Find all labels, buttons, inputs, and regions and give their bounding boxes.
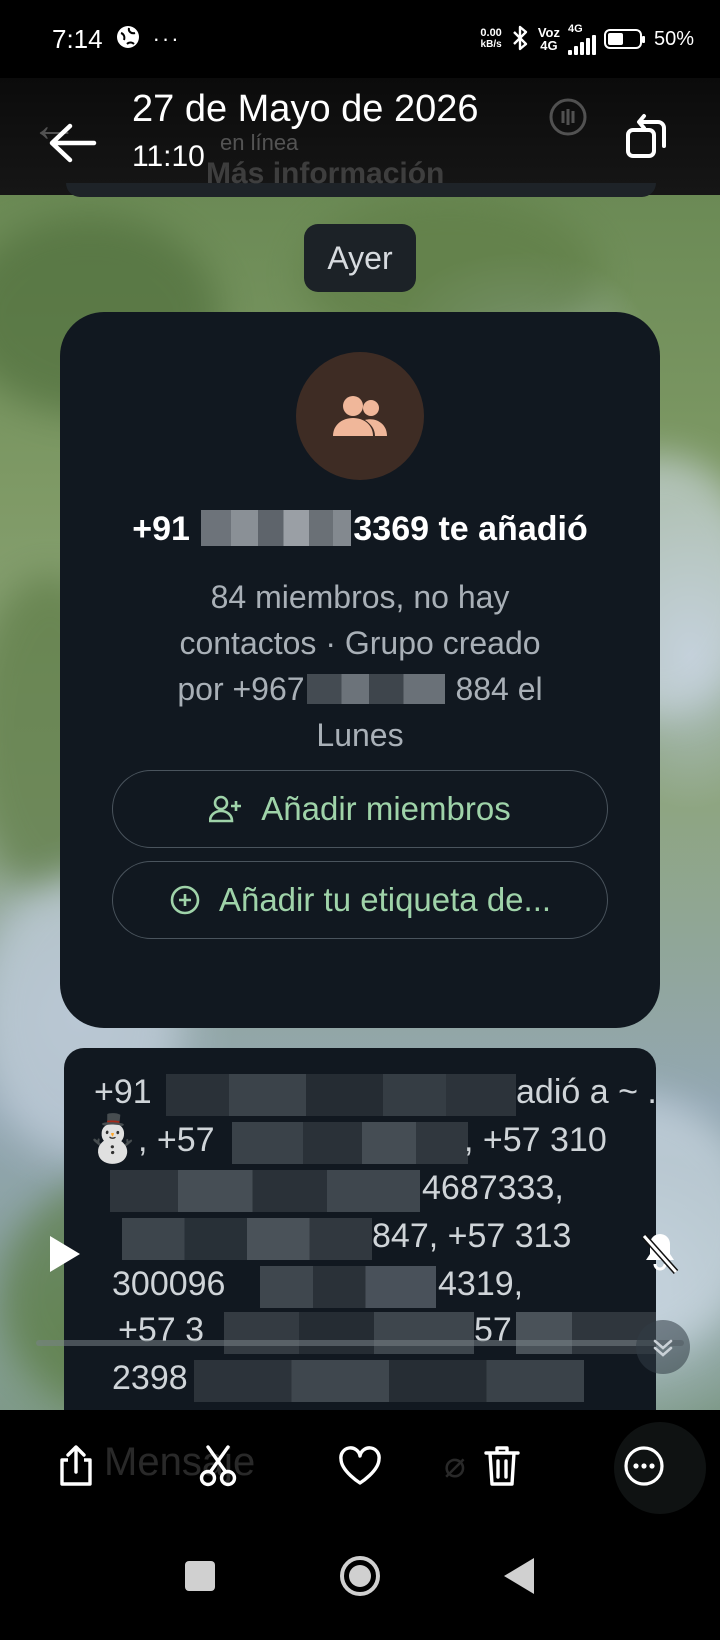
delete-button[interactable]: [474, 1438, 530, 1494]
redacted-phone: [306, 674, 445, 704]
network-type: 4G: [567, 22, 583, 35]
recents-button[interactable]: [182, 1558, 218, 1594]
more-icon: [624, 1446, 664, 1486]
play-icon[interactable]: [44, 1232, 84, 1276]
share-button[interactable]: [48, 1438, 104, 1494]
globe-icon: [115, 24, 141, 55]
redacted-text: [122, 1218, 372, 1260]
trash-icon: [484, 1446, 520, 1486]
redacted-text: [194, 1360, 584, 1402]
signal-icon: [567, 34, 596, 55]
chevron-down-icon: [653, 1339, 673, 1357]
battery-icon: [603, 29, 645, 49]
volte-indicator: Voz 4G: [537, 25, 560, 53]
video-progress-bar[interactable]: [36, 1340, 684, 1346]
more-notifications: ···: [152, 26, 181, 51]
cut-icon: [199, 1445, 237, 1487]
redacted-text: [232, 1122, 468, 1164]
redacted-text: [166, 1074, 516, 1116]
mute-icon[interactable]: [638, 1232, 682, 1276]
bluetooth-icon: [510, 25, 530, 54]
battery-percent: 50%: [653, 27, 694, 50]
ghost-info-strip: Más información: [66, 157, 656, 197]
favorite-button[interactable]: [332, 1438, 388, 1494]
scroll-down-button[interactable]: [636, 1320, 690, 1374]
snowman-emoji: ⛄: [84, 1112, 142, 1164]
date-chip: Ayer: [304, 224, 416, 292]
add-label-text: Añadir tu etiqueta de...: [218, 881, 552, 918]
ghost-chat-icon: [546, 96, 590, 145]
group-added-card: +91 3369 te añadió 84 miembros, no hay c…: [60, 312, 660, 1028]
add-members-button[interactable]: Añadir miembros: [112, 770, 608, 848]
group-avatar: [296, 352, 424, 480]
ghost-subtitle: en línea: [220, 130, 299, 155]
back-button[interactable]: [500, 1556, 538, 1596]
redacted-text: [224, 1312, 474, 1354]
media-toolbar: Mensaje ⌀: [0, 1410, 720, 1520]
cut-button[interactable]: [190, 1438, 246, 1494]
group-icon: [333, 396, 387, 436]
system-message: +91 adió a ~ . ⛄ , +57 , +57 310 4687333…: [64, 1048, 656, 1410]
back-arrow-icon[interactable]: [44, 118, 100, 168]
ghost-attach-icon: ⌀: [444, 1444, 466, 1485]
status-time: 7:14: [52, 23, 103, 54]
add-members-label: Añadir miembros: [261, 790, 511, 827]
home-button[interactable]: [338, 1554, 382, 1598]
group-info-text: 84 miembros, no hay contactos · Grupo cr…: [177, 579, 543, 753]
redacted-text: [516, 1312, 656, 1354]
rotate-icon[interactable]: [620, 108, 676, 164]
heart-icon: [339, 1446, 381, 1485]
media-date: 27 de Mayo de 2026: [132, 88, 479, 130]
media-time: 11:10: [132, 140, 205, 173]
added-by-text: +91 3369 te añadió: [132, 510, 588, 548]
share-icon: [60, 1445, 92, 1486]
redacted-phone: [201, 510, 352, 546]
add-label-button[interactable]: Añadir tu etiqueta de...: [112, 861, 608, 939]
add-person-icon: [209, 795, 242, 823]
system-nav-bar: [0, 1520, 720, 1640]
add-circle-icon: [170, 885, 200, 915]
net-speed: 0.00 kB/s: [480, 27, 502, 51]
status-bar: 7:14 ··· 0.00 kB/s Voz 4G 4G 50%: [0, 0, 720, 78]
redacted-text: [260, 1266, 436, 1308]
more-options-button[interactable]: [616, 1438, 672, 1494]
redacted-text: [110, 1170, 420, 1212]
